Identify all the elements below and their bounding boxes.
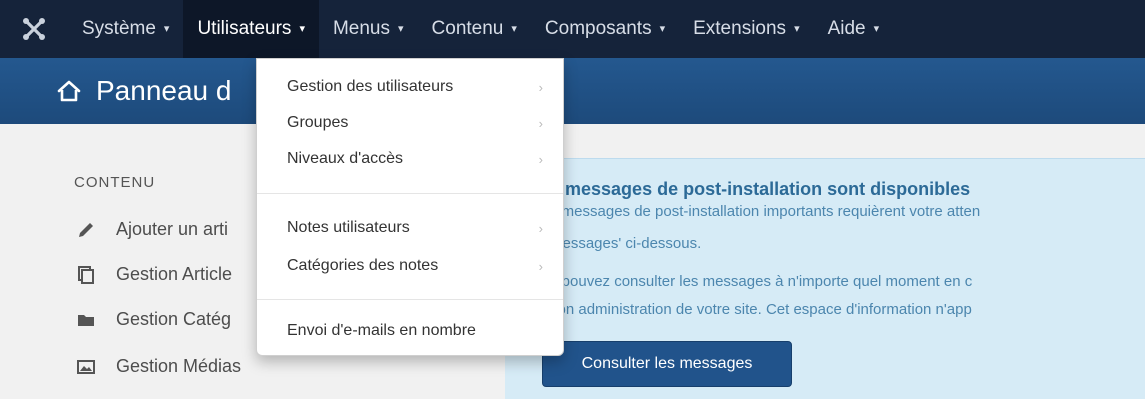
pencil-icon bbox=[74, 220, 98, 240]
post-install-alert: s messages de post-installation sont dis… bbox=[505, 158, 1145, 399]
menu-item-mass-mail[interactable]: Envoi d'e-mails en nombre bbox=[287, 316, 551, 346]
alert-text: messages' ci-dessous. bbox=[550, 235, 702, 252]
menu-item-groupes[interactable]: Groupes › bbox=[287, 108, 551, 138]
nav-contenu[interactable]: Contenu ▾ bbox=[418, 0, 531, 58]
sidebar-heading: CONTENU bbox=[74, 174, 156, 191]
nav-menus-label: Menus bbox=[332, 18, 390, 39]
chevron-right-icon: › bbox=[538, 220, 543, 236]
nav-contenu-label: Contenu bbox=[431, 18, 504, 39]
nav-extensions-label: Extensions bbox=[693, 18, 787, 39]
nav-aide-label: Aide bbox=[827, 18, 866, 39]
menu-item-gestion-utilisateurs[interactable]: Gestion des utilisateurs › bbox=[287, 72, 551, 102]
nav-utilisateurs-label: Utilisateurs bbox=[197, 18, 292, 39]
sidebar-item-label: Gestion Médias bbox=[116, 356, 242, 376]
menu-item-notes-utilisateurs[interactable]: Notes utilisateurs › bbox=[287, 213, 551, 243]
home-icon bbox=[57, 80, 81, 102]
nav-aide[interactable]: Aide ▾ bbox=[814, 0, 894, 58]
view-messages-button[interactable]: Consulter les messages bbox=[542, 341, 792, 387]
alert-text: s messages de post-installation importan… bbox=[550, 203, 981, 220]
alert-text: tion administration de votre site. Cet e… bbox=[550, 301, 972, 318]
page-header: Panneau d bbox=[0, 58, 1145, 124]
alert-text: s pouvez consulter les messages à n'impo… bbox=[550, 273, 973, 290]
nav-systeme[interactable]: Système ▾ bbox=[68, 0, 183, 58]
menu-item-label: Catégories des notes bbox=[287, 257, 439, 274]
chevron-down-icon: ▾ bbox=[398, 22, 404, 35]
chevron-down-icon: ▾ bbox=[163, 22, 170, 35]
chevron-right-icon: › bbox=[538, 151, 543, 167]
chevron-right-icon: › bbox=[538, 258, 543, 274]
top-navbar: Système ▾ Utilisateurs ▾ Menus ▾ Contenu… bbox=[0, 0, 1145, 58]
chevron-down-icon: ▾ bbox=[873, 22, 880, 35]
sidebar-item-label: Gestion Catég bbox=[116, 309, 232, 329]
sidebar-item-label: Gestion Article bbox=[116, 264, 233, 284]
menu-item-niveaux-acces[interactable]: Niveaux d'accès › bbox=[287, 144, 551, 174]
image-icon bbox=[74, 357, 98, 377]
alert-title: s messages de post-installation sont dis… bbox=[550, 179, 971, 199]
chevron-down-icon: ▾ bbox=[794, 22, 800, 35]
menu-item-categories-notes[interactable]: Catégories des notes › bbox=[287, 251, 551, 281]
menu-item-label: Niveaux d'accès bbox=[287, 150, 403, 167]
menu-item-label: Notes utilisateurs bbox=[287, 219, 410, 236]
menu-divider bbox=[257, 299, 563, 300]
nav-systeme-label: Système bbox=[82, 18, 156, 39]
chevron-down-icon: ▾ bbox=[511, 22, 517, 35]
sidebar-item-label: Ajouter un arti bbox=[116, 219, 229, 239]
utilisateurs-dropdown-menu: Gestion des utilisateurs › Groupes › Niv… bbox=[256, 58, 564, 356]
sidebar-item-categories[interactable]: Gestion Catég bbox=[74, 309, 231, 330]
nav-utilisateurs[interactable]: Utilisateurs ▾ bbox=[183, 0, 319, 58]
nav-composants[interactable]: Composants ▾ bbox=[531, 0, 679, 58]
chevron-down-icon: ▾ bbox=[659, 22, 666, 35]
chevron-right-icon: › bbox=[538, 79, 543, 95]
sidebar-item-media[interactable]: Gestion Médias bbox=[74, 356, 241, 377]
nav-extensions[interactable]: Extensions ▾ bbox=[679, 0, 813, 58]
chevron-down-icon: ▾ bbox=[299, 22, 305, 35]
page-title: Panneau d bbox=[96, 75, 232, 106]
joomla-logo-icon[interactable] bbox=[0, 0, 68, 58]
menu-item-label: Gestion des utilisateurs bbox=[287, 78, 454, 95]
menu-item-label: Envoi d'e-mails en nombre bbox=[287, 322, 476, 339]
menu-divider bbox=[257, 193, 563, 194]
folder-icon bbox=[74, 310, 98, 330]
sidebar-item-articles[interactable]: Gestion Article bbox=[74, 264, 232, 285]
sidebar-item-add-article[interactable]: Ajouter un arti bbox=[74, 219, 228, 240]
nav-composants-label: Composants bbox=[544, 18, 652, 39]
stack-icon bbox=[74, 265, 98, 285]
chevron-right-icon: › bbox=[538, 115, 543, 131]
menu-item-label: Groupes bbox=[287, 114, 349, 131]
nav-menus[interactable]: Menus ▾ bbox=[319, 0, 418, 58]
